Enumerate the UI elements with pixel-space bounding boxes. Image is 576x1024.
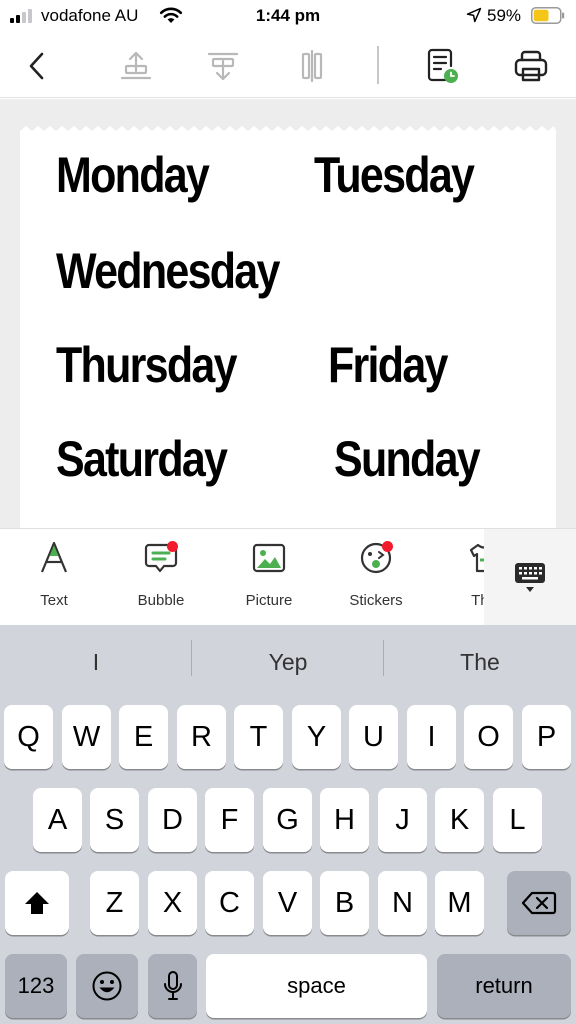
microphone-icon xyxy=(163,971,182,1000)
label-settings-icon xyxy=(427,48,458,83)
key-o[interactable]: O xyxy=(464,705,513,769)
insert-picture-label: Picture xyxy=(245,592,293,609)
bubble-badge xyxy=(167,541,178,552)
space-key[interactable]: space xyxy=(206,954,427,1018)
key-e[interactable]: E xyxy=(119,705,168,769)
key-j[interactable]: J xyxy=(378,788,427,852)
key-v[interactable]: V xyxy=(263,871,312,935)
emoji-key[interactable] xyxy=(76,954,138,1018)
key-y[interactable]: Y xyxy=(292,705,341,769)
insert-bubble-label: Bubble xyxy=(137,592,185,609)
label-settings-button[interactable] xyxy=(419,44,463,88)
suggestion-1[interactable]: I xyxy=(0,625,192,699)
key-l[interactable]: L xyxy=(493,788,542,852)
insert-stickers-label: Stickers xyxy=(349,592,403,609)
key-m[interactable]: M xyxy=(435,871,484,935)
day-text-sunday[interactable]: Sunday xyxy=(334,434,481,484)
key-p[interactable]: P xyxy=(522,705,571,769)
key-q[interactable]: Q xyxy=(4,705,53,769)
keyboard-icon xyxy=(515,562,545,592)
align-top-button[interactable] xyxy=(114,44,158,88)
backspace-key[interactable] xyxy=(507,871,571,935)
editor-toolbar xyxy=(0,34,576,98)
print-button[interactable] xyxy=(509,44,553,88)
key-t[interactable]: T xyxy=(234,705,283,769)
insert-text-button[interactable]: Text xyxy=(9,539,99,619)
emoji-icon xyxy=(92,971,122,1001)
day-text-monday[interactable]: Monday xyxy=(56,150,210,200)
key-x[interactable]: X xyxy=(148,871,197,935)
shift-key[interactable] xyxy=(5,871,69,935)
label-canvas[interactable]: Monday Tuesday Wednesday Thursday Friday… xyxy=(0,99,576,528)
keyboard-toggle-button[interactable] xyxy=(484,529,576,625)
key-n[interactable]: N xyxy=(378,871,427,935)
picture-icon xyxy=(250,539,288,577)
suggestion-3[interactable]: The xyxy=(384,625,576,699)
key-d[interactable]: D xyxy=(148,788,197,852)
carrier-name: vodafone AU xyxy=(41,6,139,25)
numbers-key[interactable]: 123 xyxy=(5,954,67,1018)
key-u[interactable]: U xyxy=(349,705,398,769)
day-text-friday[interactable]: Friday xyxy=(328,340,448,390)
on-screen-keyboard: I Yep The Q W E R T Y U I O P A S D F G … xyxy=(0,625,576,1024)
location-arrow-icon xyxy=(466,7,482,23)
battery-percentage: 59% xyxy=(487,6,522,25)
key-f[interactable]: F xyxy=(205,788,254,852)
key-i[interactable]: I xyxy=(407,705,456,769)
toolbar-divider xyxy=(377,46,379,84)
align-center-button[interactable] xyxy=(290,44,334,88)
backspace-icon xyxy=(521,891,557,915)
day-text-tuesday[interactable]: Tuesday xyxy=(314,150,475,200)
key-s[interactable]: S xyxy=(90,788,139,852)
return-key[interactable]: return xyxy=(437,954,571,1018)
key-k[interactable]: K xyxy=(435,788,484,852)
key-g[interactable]: G xyxy=(263,788,312,852)
key-b[interactable]: B xyxy=(320,871,369,935)
battery-icon xyxy=(531,7,565,24)
text-icon xyxy=(35,539,73,577)
align-bottom-icon xyxy=(207,52,239,81)
key-c[interactable]: C xyxy=(205,871,254,935)
key-r[interactable]: R xyxy=(177,705,226,769)
insert-toolbar: Text Bubble Picture Stickers xyxy=(0,528,576,625)
align-bottom-button[interactable] xyxy=(201,44,245,88)
insert-picture-button[interactable]: Picture xyxy=(224,539,314,619)
insert-text-label: Text xyxy=(40,592,68,609)
cellular-signal-icon xyxy=(10,9,36,23)
key-w[interactable]: W xyxy=(62,705,111,769)
day-text-saturday[interactable]: Saturday xyxy=(56,434,228,484)
align-top-icon xyxy=(120,51,152,80)
wifi-icon xyxy=(159,7,183,23)
key-a[interactable]: A xyxy=(33,788,82,852)
back-button[interactable] xyxy=(15,44,59,88)
key-h[interactable]: H xyxy=(320,788,369,852)
day-text-wednesday[interactable]: Wednesday xyxy=(56,246,280,296)
label-paper[interactable]: Monday Tuesday Wednesday Thursday Friday… xyxy=(20,137,556,528)
print-icon xyxy=(514,50,548,82)
day-text-thursday[interactable]: Thursday xyxy=(56,340,238,390)
suggestion-2[interactable]: Yep xyxy=(192,625,384,699)
insert-stickers-button[interactable]: Stickers xyxy=(331,539,421,619)
shift-icon xyxy=(25,892,49,914)
back-icon xyxy=(29,52,44,80)
status-bar: vodafone AU 1:44 pm 59% xyxy=(0,0,576,34)
stickers-badge xyxy=(382,541,393,552)
key-z[interactable]: Z xyxy=(90,871,139,935)
insert-bubble-button[interactable]: Bubble xyxy=(116,539,206,619)
dictation-key[interactable] xyxy=(148,954,197,1018)
align-center-icon xyxy=(301,49,323,83)
